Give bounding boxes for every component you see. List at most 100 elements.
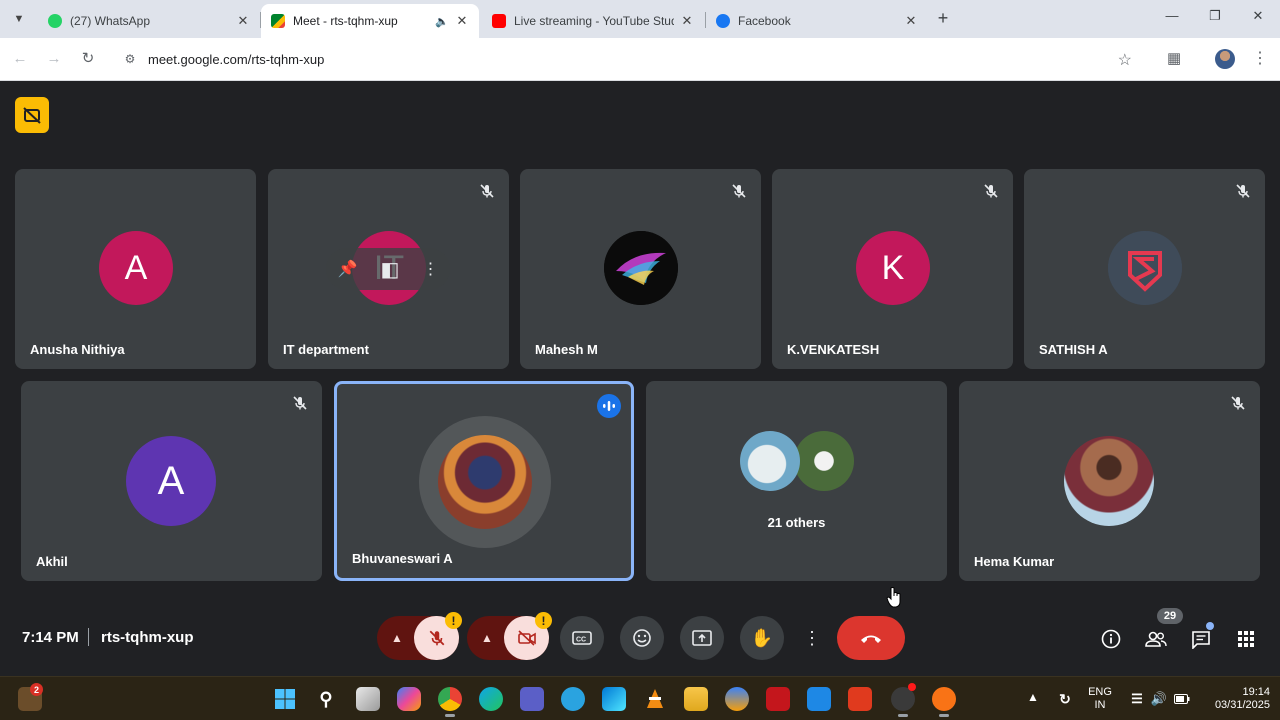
emoji-icon	[633, 629, 651, 647]
hand-pointer-cursor-icon	[886, 587, 901, 608]
avatar	[794, 431, 854, 491]
telegram-icon[interactable]	[561, 687, 585, 711]
participant-tile-active-speaker[interactable]: Bhuvaneswari A	[334, 381, 634, 581]
shield-logo-icon	[1108, 231, 1182, 305]
others-tile[interactable]: 21 others	[646, 381, 947, 581]
leave-call-button[interactable]	[837, 616, 905, 660]
profile-avatar[interactable]	[1215, 49, 1235, 69]
participant-tile[interactable]: Mahesh M	[520, 169, 761, 369]
tab-whatsapp[interactable]: (27) WhatsApp ✕	[38, 4, 260, 38]
task-view-icon[interactable]	[356, 687, 380, 711]
view-icon[interactable]: ◧	[380, 257, 399, 282]
close-icon[interactable]: ✕	[455, 13, 469, 29]
browser-tab-strip: ▼ (27) WhatsApp ✕ Meet - rts-tqhm-xup 🔈 …	[0, 0, 1280, 38]
restore-window-icon[interactable]: ❐	[1205, 8, 1225, 24]
show-hidden-icons-chevron-icon[interactable]: ▲	[1027, 691, 1039, 704]
apps-grid-icon	[1238, 631, 1254, 647]
participant-name: Hema Kumar	[974, 554, 1055, 569]
avatar: A	[126, 436, 216, 526]
no-video-notice-icon	[23, 107, 41, 124]
chrome-icon[interactable]	[438, 687, 462, 711]
windows-start-icon[interactable]	[273, 687, 297, 711]
url-box[interactable]: ⚙ meet.google.com/rts-tqhm-xup ☆	[112, 44, 1146, 75]
meeting-details-button[interactable]	[1099, 627, 1123, 651]
avatar: A	[99, 231, 173, 305]
audio-options-chevron-icon[interactable]: ▲	[383, 616, 411, 660]
recorder-app-icon[interactable]	[932, 687, 956, 711]
forward-arrow-icon[interactable]: →	[45, 50, 63, 68]
taskbar-clock[interactable]: 19:14 03/31/2025	[1196, 686, 1270, 712]
sync-icon[interactable]: ↻	[1053, 687, 1077, 711]
participant-tile[interactable]: IT 📌 ◧ ⋮ IT department	[268, 169, 509, 369]
participant-tile[interactable]: A Akhil	[21, 381, 322, 581]
office-icon[interactable]	[848, 687, 872, 711]
mic-warning-icon: !	[445, 612, 462, 629]
mcafee-icon[interactable]	[766, 687, 790, 711]
avatar	[1064, 436, 1154, 526]
extensions-puzzle-icon[interactable]: ▦	[1167, 49, 1181, 67]
participant-tile[interactable]: K K.VENKATESH	[772, 169, 1013, 369]
tab-title: Meet - rts-tqhm-xup	[293, 14, 398, 28]
site-info-icon[interactable]: ⚙	[122, 52, 138, 68]
file-explorer-icon[interactable]	[684, 687, 708, 711]
close-icon[interactable]: ✕	[904, 13, 918, 29]
store-icon[interactable]	[602, 687, 626, 711]
reactions-button[interactable]	[620, 616, 664, 660]
wifi-icon[interactable]: ☰	[1125, 687, 1149, 711]
close-icon[interactable]: ✕	[236, 13, 250, 29]
volume-icon[interactable]: 🔊	[1147, 687, 1171, 711]
captions-blocked-badge[interactable]	[15, 97, 49, 133]
pin-icon[interactable]: 📌	[338, 259, 358, 279]
avatar	[604, 231, 678, 305]
battery-icon[interactable]	[1170, 687, 1194, 711]
new-tab-plus-icon[interactable]: +	[934, 8, 952, 29]
tile-hover-toolbar: 📌 ◧ ⋮	[326, 248, 450, 290]
present-screen-button[interactable]	[680, 616, 724, 660]
people-button[interactable]	[1144, 627, 1168, 651]
raise-hand-button[interactable]: ✋	[740, 616, 784, 660]
tab-youtube-studio[interactable]: Live streaming - YouTube Studio ✕	[482, 4, 704, 38]
speaker-audio-icon[interactable]: 🔈	[435, 15, 449, 28]
mic-off-icon	[984, 184, 998, 198]
chat-unread-dot	[1206, 622, 1214, 630]
chat-button[interactable]	[1189, 627, 1213, 651]
award-app-icon[interactable]	[725, 687, 749, 711]
tab-facebook[interactable]: Facebook ✕	[706, 4, 928, 38]
participant-tile[interactable]: Hema Kumar	[959, 381, 1260, 581]
search-icon[interactable]: ⚲	[314, 687, 338, 711]
bookmark-star-icon[interactable]: ☆	[1118, 50, 1132, 70]
info-icon	[1101, 629, 1121, 649]
tab-title: Live streaming - YouTube Studio	[514, 14, 674, 28]
google-meet-icon	[271, 14, 285, 28]
tab-meet[interactable]: Meet - rts-tqhm-xup 🔈 ✕	[261, 4, 479, 38]
avatar-letter: A	[157, 458, 185, 503]
copilot-icon[interactable]	[397, 687, 421, 711]
video-options-chevron-icon[interactable]: ▲	[473, 616, 501, 660]
camera-off-icon	[517, 630, 536, 646]
avatar	[740, 431, 800, 491]
participant-tile[interactable]: A Anusha Nithiya	[15, 169, 256, 369]
edge-icon[interactable]	[479, 687, 503, 711]
participant-tile[interactable]: SATHISH A	[1024, 169, 1265, 369]
minimize-icon[interactable]: —	[1162, 8, 1182, 23]
captions-button[interactable]: CC	[560, 616, 604, 660]
captions-icon: CC	[572, 631, 592, 645]
address-bar: ← → ↻ ⚙ meet.google.com/rts-tqhm-xup ☆ ▦	[0, 38, 1280, 81]
activities-button[interactable]	[1234, 627, 1258, 651]
meeting-code: rts-tqhm-xup	[101, 629, 194, 646]
input-language-indicator[interactable]: ENG IN	[1086, 686, 1114, 712]
more-options-icon[interactable]: ⋮	[422, 259, 438, 279]
rog-logo-icon	[604, 231, 678, 305]
hp-smart-icon[interactable]	[807, 687, 831, 711]
close-window-icon[interactable]: ✕	[1248, 8, 1268, 24]
browser-menu-icon[interactable]: ⋮	[1252, 49, 1268, 69]
meeting-clock: 7:14 PM	[22, 629, 79, 646]
tab-search-chevron-icon[interactable]: ▼	[8, 8, 30, 30]
vlc-icon[interactable]	[643, 687, 667, 711]
close-icon[interactable]: ✕	[680, 13, 694, 29]
url-text[interactable]: meet.google.com/rts-tqhm-xup	[148, 52, 324, 67]
teams-icon[interactable]	[520, 687, 544, 711]
reload-icon[interactable]: ↻	[79, 50, 97, 68]
more-options-button[interactable]: ⋮	[800, 616, 824, 660]
back-arrow-icon[interactable]: ←	[11, 50, 29, 68]
